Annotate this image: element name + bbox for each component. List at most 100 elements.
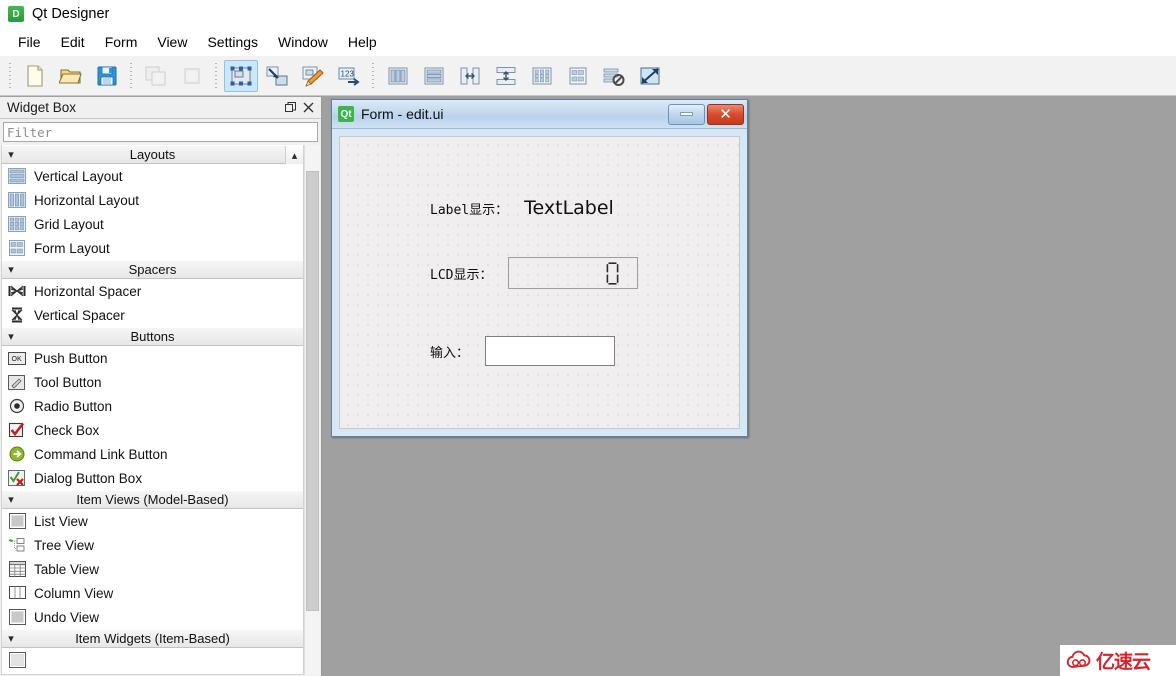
toolbar-grip[interactable] [370,62,377,89]
filter-row [0,119,321,144]
svg-text:123: 123 [341,69,355,78]
open-form-button[interactable] [54,60,88,92]
toolbar-grip[interactable] [213,62,220,89]
section-label: Layouts [129,147,176,162]
lcd-display-caption[interactable]: LCD显示： [430,264,492,283]
widget-item-undo-view[interactable]: Undo View [2,605,303,629]
form-layout-icon [6,239,28,257]
section-header-item-views[interactable]: ▾ Item Views (Model-Based) [2,490,303,509]
widget-item-tree-view[interactable]: Tree View [2,533,303,557]
edit-tab-order-button[interactable]: 123 [332,60,366,92]
tree-view-icon [6,536,28,554]
edit-buddies-button[interactable] [296,60,330,92]
section-header-item-widgets[interactable]: ▾ Item Widgets (Item-Based) [2,629,303,648]
widget-item-list-view[interactable]: List View [2,509,303,533]
widget-item-label: Undo View [34,609,100,625]
widget-box-dock: Widget Box ▾ Layouts ▴ [0,97,322,676]
menu-window[interactable]: Window [268,31,338,53]
label-display-row: Label显示： TextLabel [430,197,614,219]
widget-item-label: Vertical Layout [34,168,123,184]
layout-grid-button[interactable] [525,60,559,92]
edit-widgets-button[interactable] [224,59,258,92]
menu-view[interactable]: View [147,31,197,53]
menu-file[interactable]: File [8,31,51,53]
chevron-up-icon[interactable]: ▴ [285,146,303,164]
widget-item-label: Column View [34,585,114,601]
form-window-titlebar[interactable]: Qt Form - edit.ui ✕ [332,100,747,129]
widget-box-header: Widget Box [0,97,321,119]
cloud-logo-icon [1066,650,1091,668]
menu-settings[interactable]: Settings [197,31,268,53]
widget-item-vertical-layout[interactable]: Vertical Layout [2,164,303,188]
input-caption[interactable]: 输入： [430,342,469,361]
radio-button-icon [6,397,28,415]
filter-input[interactable] [3,122,318,142]
mdi-area: Qt Form - edit.ui ✕ Label显示： TextLabel L… [322,97,1176,676]
layout-splitter-vertical-button[interactable] [489,60,523,92]
widget-item-table-view[interactable]: Table View [2,557,303,581]
layout-form-button[interactable] [561,60,595,92]
widget-item-vertical-spacer[interactable]: Vertical Spacer [2,303,303,327]
menu-edit[interactable]: Edit [51,31,95,53]
undo-button[interactable] [139,60,173,92]
line-edit[interactable] [485,336,616,366]
widget-box-list: ▾ Layouts ▴ Vertical Layout Horizontal L… [1,145,304,675]
widget-item-label: Vertical Spacer [34,307,125,323]
widget-item-partial[interactable] [2,648,303,672]
break-layout-button[interactable] [597,60,631,92]
section-label: Buttons [130,329,175,344]
form-window-title: Form - edit.ui [361,106,444,122]
section-label: Item Widgets (Item-Based) [75,631,230,646]
float-dock-icon[interactable] [281,99,299,117]
widget-item-push-button[interactable]: OK Push Button [2,346,303,370]
adjust-size-button[interactable] [633,60,667,92]
list-view-icon [6,512,28,530]
toolbar-grip[interactable] [128,62,135,89]
section-header-buttons[interactable]: ▾ Buttons [2,327,303,346]
widget-item-label: Horizontal Layout [34,192,140,208]
close-button[interactable]: ✕ [707,103,744,125]
widget-item-grid-layout[interactable]: Grid Layout [2,212,303,236]
text-label[interactable]: TextLabel [524,197,614,219]
save-form-button[interactable] [90,60,124,92]
label-display-caption[interactable]: Label显示： [430,199,508,218]
widget-item-check-box[interactable]: Check Box [2,418,303,442]
edit-signals-slots-button[interactable] [260,60,294,92]
widget-item-label: List View [34,513,88,529]
redo-button[interactable] [175,60,209,92]
widget-item-label: Table View [34,561,100,577]
close-icon[interactable] [299,99,317,117]
layout-splitter-horizontal-button[interactable] [453,60,487,92]
widget-box-scrollbar[interactable] [304,145,320,675]
layout-vertically-button[interactable] [417,60,451,92]
widget-item-column-view[interactable]: Column View [2,581,303,605]
chevron-down-icon: ▾ [8,331,14,343]
page-title: Qt Designer [32,6,110,22]
list-widget-icon [6,651,28,669]
toolbar-grip[interactable] [7,62,14,89]
designer-app-icon: D [8,6,24,22]
widget-item-command-link-button[interactable]: Command Link Button [2,442,303,466]
menu-form[interactable]: Form [95,31,148,53]
widget-item-form-layout[interactable]: Form Layout [2,236,303,260]
close-icon: ✕ [719,105,732,123]
minimize-button[interactable] [668,103,705,125]
widget-item-horizontal-spacer[interactable]: Horizontal Spacer [2,279,303,303]
widget-item-label: Tree View [34,537,95,553]
widget-item-dialog-button-box[interactable]: Dialog Button Box [2,466,303,490]
layout-horizontally-button[interactable] [381,60,415,92]
new-form-button[interactable] [18,60,52,92]
widget-item-horizontal-layout[interactable]: Horizontal Layout [2,188,303,212]
vertical-layout-icon [6,167,28,185]
form-canvas[interactable]: Label显示： TextLabel LCD显示： 输入： [339,136,740,429]
widget-item-radio-button[interactable]: Radio Button [2,394,303,418]
widget-item-tool-button[interactable]: Tool Button [2,370,303,394]
chevron-down-icon: ▾ [8,149,14,161]
section-header-spacers[interactable]: ▾ Spacers [2,260,303,279]
scrollbar-thumb[interactable] [306,171,319,611]
menu-help[interactable]: Help [338,31,387,53]
widget-item-label: Check Box [34,422,100,438]
section-header-layouts[interactable]: ▾ Layouts ▴ [2,145,303,164]
lcd-number[interactable] [508,257,639,289]
watermark-text: 亿速云 [1096,651,1151,673]
